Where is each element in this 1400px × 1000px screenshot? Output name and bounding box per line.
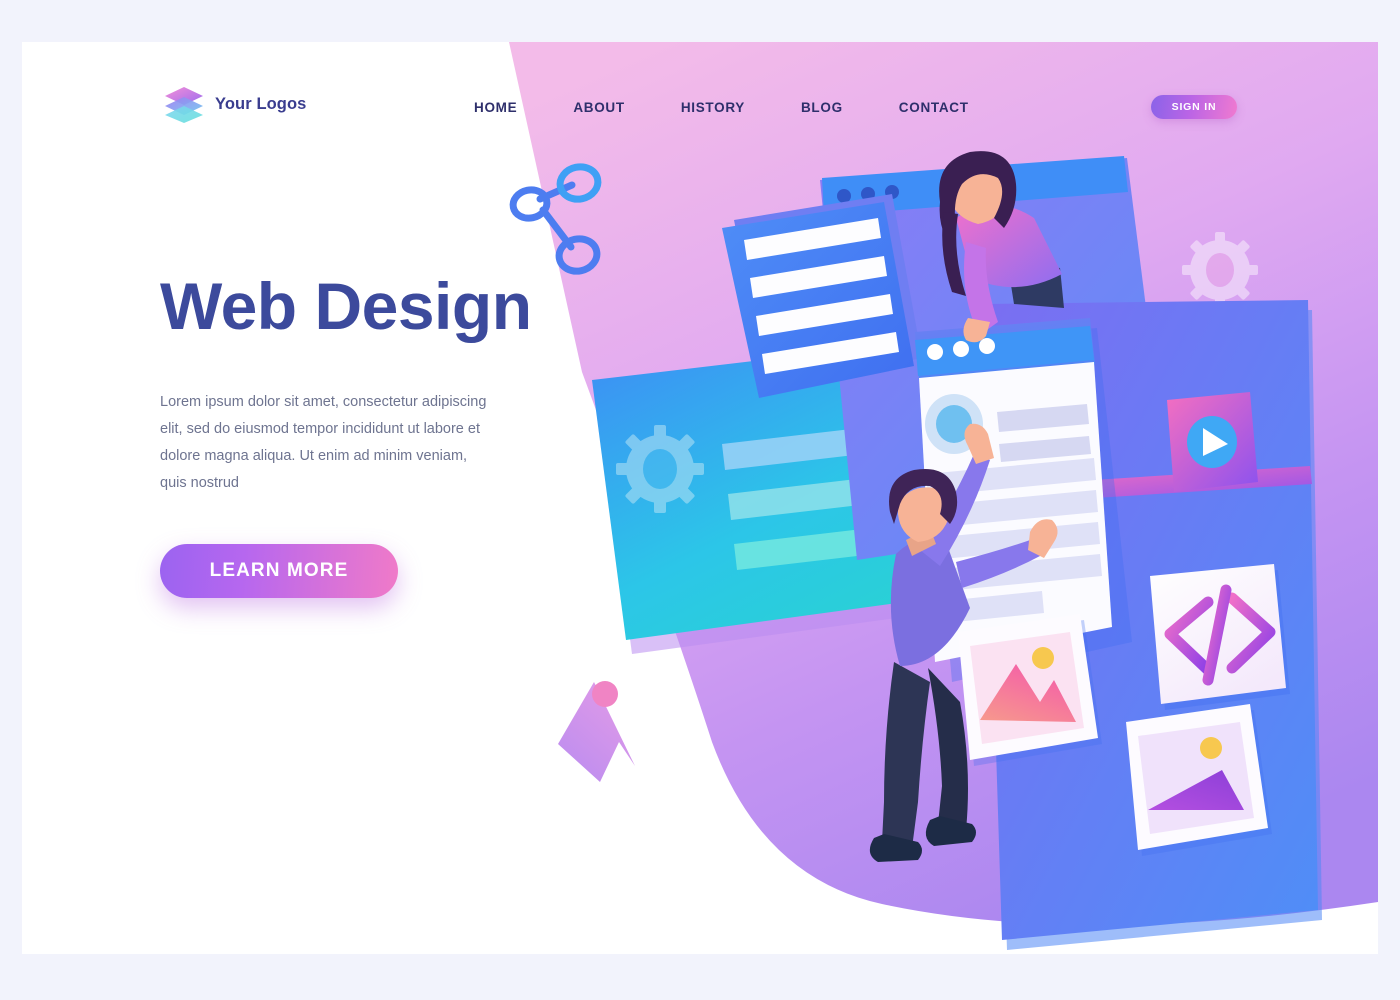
nav-item-home[interactable]: HOME: [474, 94, 517, 121]
man-character: [869, 423, 1058, 862]
image-mountain-icon-floating: [558, 681, 635, 782]
code-card[interactable]: [1150, 564, 1290, 710]
avatar: [925, 394, 983, 454]
settings-card: [592, 326, 1102, 654]
image-mountain-icon-pink: [980, 664, 1076, 722]
play-icon: [1203, 428, 1228, 456]
nav-item-blog[interactable]: BLOG: [801, 94, 843, 121]
page-card: Your Logos HOME ABOUT HISTORY BLOG CONTA…: [22, 42, 1378, 954]
page-title: Web Design: [160, 269, 532, 343]
gear-icon-decorative: [1182, 232, 1258, 308]
settings-card-lines: [722, 408, 1041, 570]
stacked-layers-icon: [165, 87, 203, 123]
sign-in-button[interactable]: SIGN IN: [1151, 95, 1237, 119]
window-dots: [927, 338, 995, 360]
back-panel: [820, 156, 1172, 560]
video-card[interactable]: [1167, 392, 1258, 492]
woman-character: [939, 151, 1064, 343]
hero-section: Web Design Lorem ipsum dolor sit amet, c…: [160, 269, 560, 599]
code-brackets-icon: [1164, 584, 1276, 686]
logo[interactable]: Your Logos: [162, 84, 306, 124]
learn-more-button[interactable]: LEARN MORE: [160, 544, 398, 599]
text-lines-card: [722, 194, 922, 398]
main-navigation: HOME ABOUT HISTORY BLOG CONTACT: [474, 94, 969, 121]
site-header: Your Logos HOME ABOUT HISTORY BLOG CONTA…: [22, 42, 1378, 162]
text-lines-card-lines: [744, 218, 899, 374]
nav-item-contact[interactable]: CONTACT: [899, 94, 969, 121]
nav-item-about[interactable]: ABOUT: [573, 94, 625, 121]
hero-paragraph: Lorem ipsum dolor sit amet, consectetur …: [160, 394, 487, 492]
image-card-pink[interactable]: [958, 614, 1102, 766]
back-panel-dots: [837, 185, 899, 203]
main-panel: [982, 300, 1322, 950]
window-content-lines: [926, 404, 1102, 624]
image-mountain-icon-purple: [1148, 754, 1244, 810]
nav-item-history[interactable]: HISTORY: [681, 94, 745, 121]
share-network-icon: [509, 163, 602, 275]
browser-window: [915, 318, 1132, 682]
gear-icon-card: [616, 425, 704, 513]
logo-text: Your Logos: [215, 94, 307, 113]
image-card-purple[interactable]: [1126, 704, 1272, 856]
